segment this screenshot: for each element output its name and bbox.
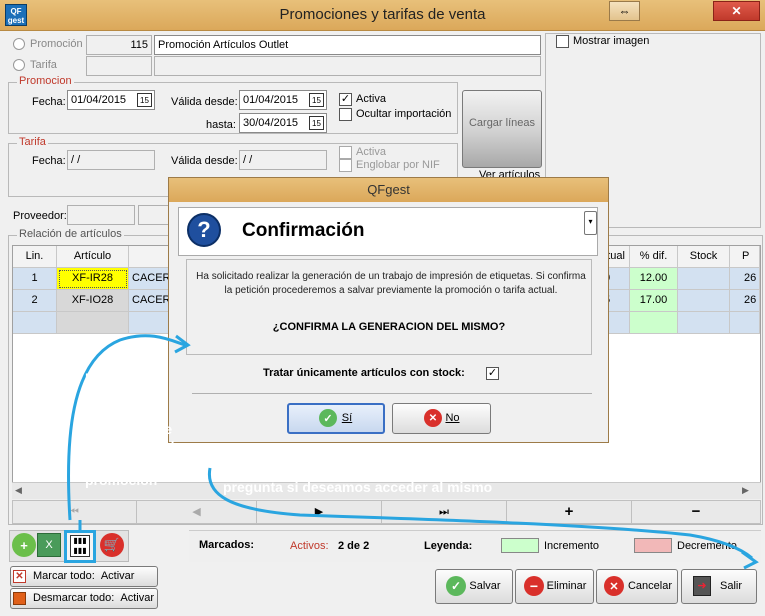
annotation-bottom: Al decirle que sí, crea el trabajo de et… [223,462,665,495]
annotation-arrows [66,334,759,570]
annotation-left: Podemos generar un trabajo de impresión … [85,370,191,488]
